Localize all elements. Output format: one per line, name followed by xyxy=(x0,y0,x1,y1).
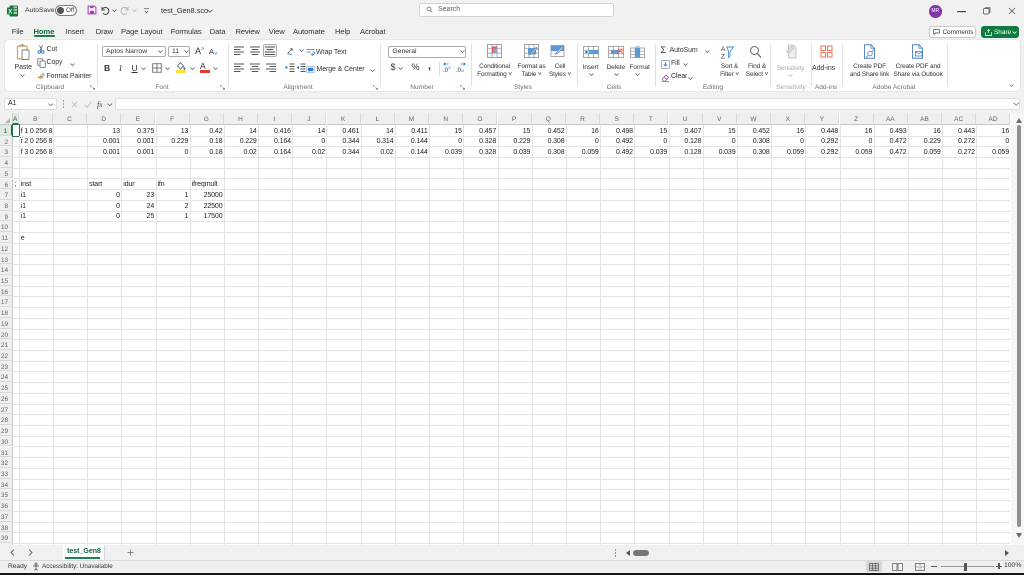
svg-text:.0: .0 xyxy=(456,68,462,74)
svg-text:Z: Z xyxy=(721,53,725,60)
svg-text:A: A xyxy=(721,46,726,53)
svg-text:.0: .0 xyxy=(443,68,449,74)
svg-text:0: 0 xyxy=(448,66,450,70)
svg-text:X: X xyxy=(8,9,12,15)
svg-text:0: 0 xyxy=(461,68,464,73)
